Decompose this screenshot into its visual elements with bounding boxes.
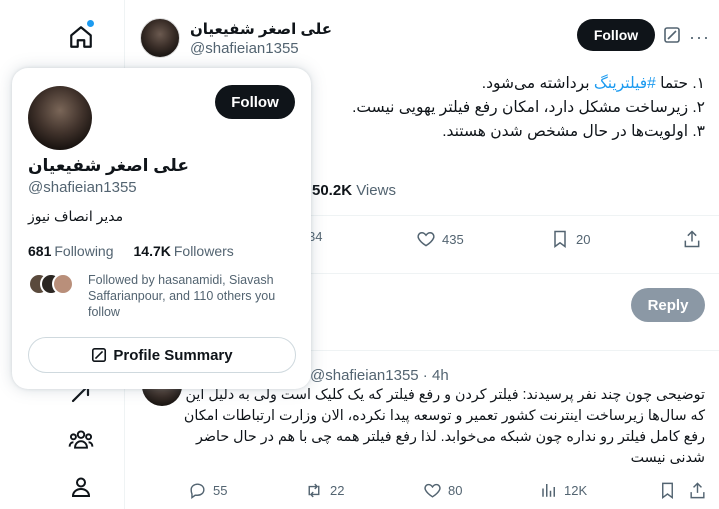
views-number: 50.2K	[312, 182, 353, 199]
bookmark-action[interactable]: 20	[550, 229, 590, 249]
more-icon[interactable]: ···	[689, 27, 710, 48]
nav-home[interactable]	[64, 20, 98, 54]
avatar[interactable]	[140, 18, 180, 58]
communities-icon	[68, 430, 94, 449]
profile-icon	[71, 477, 91, 497]
profile-stats: 681 Following 14.7K Followers	[28, 243, 234, 259]
tweet-line-1: ۱. حتما #فیلترینگ برداشته می‌شود.	[245, 72, 705, 96]
share-icon	[690, 482, 705, 499]
reply-action[interactable]: 55	[188, 481, 227, 500]
like-count: 80	[448, 483, 463, 498]
tweet-author[interactable]: علی اصغر شفیعیان @shafieian1355	[140, 18, 332, 58]
share-action[interactable]	[688, 481, 713, 500]
following-link[interactable]: 681 Following	[28, 243, 114, 259]
share-action[interactable]	[682, 229, 708, 249]
profile-name[interactable]: علی اصغر شفیعیان	[28, 156, 189, 176]
hashtag-link[interactable]: #فیلترینگ	[594, 75, 656, 92]
profile-summary-label: Profile Summary	[113, 346, 233, 364]
profile-hover-card: Follow علی اصغر شفیعیان @shafieian1355 م…	[12, 68, 311, 389]
home-icon	[70, 26, 92, 48]
like-action[interactable]: 435	[416, 229, 464, 249]
follow-button[interactable]: Follow	[577, 19, 655, 51]
reply-tweet-header[interactable]: @shafieian1355 · 4h	[310, 367, 449, 384]
followers-link[interactable]: 14.7K Followers	[134, 243, 234, 259]
like-count: 435	[442, 231, 464, 247]
following-count: 681	[28, 243, 52, 259]
nav-communities[interactable]	[64, 422, 98, 456]
line1-prefix: ۱. حتما	[655, 75, 705, 92]
tweet-text: ۱. حتما #فیلترینگ برداشته می‌شود. ۲. زیر…	[245, 72, 705, 144]
author-handle[interactable]: @shafieian1355	[190, 40, 332, 57]
views-action[interactable]: 12K	[540, 481, 587, 499]
notification-dot	[87, 20, 94, 27]
retweet-icon	[308, 483, 320, 498]
reply-tweet-text: توضیحی چون چند نفر پرسیدند: فیلتر کردن و…	[183, 387, 705, 466]
tweet-line-2: ۲. زیرساخت مشکل دارد، امکان رفع فیلتر یه…	[352, 99, 705, 116]
reply-count: 55	[213, 483, 228, 498]
like-action[interactable]: 80	[423, 481, 462, 500]
like-icon	[417, 231, 435, 247]
bookmark-icon	[554, 230, 566, 248]
profile-bio: مدیر انصاف نیوز	[28, 208, 124, 224]
following-label: Following	[54, 243, 114, 259]
followed-by-text[interactable]: Followed by hasanamidi, Siavash Saffaria…	[88, 272, 300, 320]
bookmark-action[interactable]	[658, 481, 683, 500]
retweet-count: 22	[330, 483, 345, 498]
mutual-followers-avatars[interactable]	[28, 273, 76, 295]
followers-label: Followers	[173, 243, 234, 259]
follow-button[interactable]: Follow	[215, 85, 295, 119]
avatar[interactable]	[28, 86, 92, 150]
profile-summary-button[interactable]: Profile Summary	[28, 337, 296, 373]
grok-icon	[92, 347, 107, 363]
views-count: 12K	[564, 482, 588, 498]
views-icon	[542, 484, 555, 497]
bookmark-icon	[662, 482, 673, 500]
reply-action-bar: 55 22 80 12K	[126, 481, 719, 503]
bookmark-count: 20	[576, 231, 591, 247]
tweet-line-3: ۳. اولویت‌ها در حال مشخص شدن هستند.	[442, 123, 705, 140]
like-icon	[424, 483, 441, 498]
retweet-action[interactable]: 22	[304, 481, 344, 500]
profile-handle[interactable]: @shafieian1355	[28, 179, 137, 196]
grok-explain-icon[interactable]	[663, 26, 681, 44]
views-count[interactable]: 50.2K Views	[312, 182, 396, 199]
views-label: Views	[356, 182, 396, 199]
line1-suffix: برداشته می‌شود.	[481, 75, 594, 92]
reply-icon	[190, 483, 205, 500]
nav-profile[interactable]	[64, 470, 98, 504]
reply-button[interactable]: Reply	[631, 288, 705, 322]
share-icon	[684, 230, 700, 248]
author-name[interactable]: علی اصغر شفیعیان	[190, 20, 332, 38]
followers-count: 14.7K	[133, 243, 171, 259]
avatar	[52, 273, 74, 295]
